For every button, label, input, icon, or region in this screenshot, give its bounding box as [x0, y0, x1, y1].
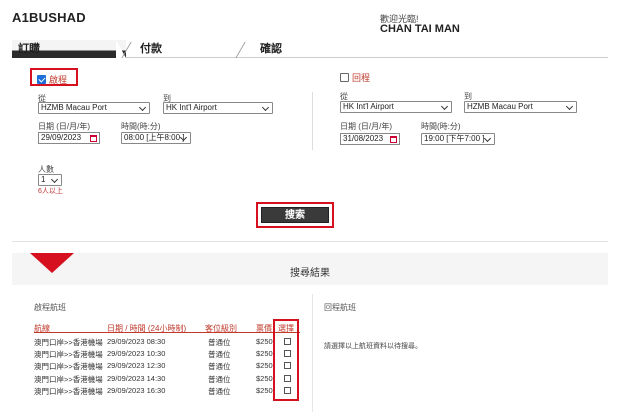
- inbound-time-select[interactable]: 19:00 [下午7:00 ]: [421, 133, 495, 145]
- oneway-toggle[interactable]: 啟程: [30, 68, 78, 86]
- passengers-note: 6人以上: [38, 188, 63, 195]
- cell-datetime: 29/09/2023 14:30: [107, 374, 166, 383]
- form-divider: [312, 92, 313, 150]
- inbound-to-select[interactable]: HZMB Macau Port: [464, 101, 577, 113]
- step-confirm: 確認: [260, 43, 282, 55]
- cell-class: 普通位: [208, 375, 231, 384]
- chevron-down-icon: [139, 104, 147, 112]
- cell-fare: $250: [256, 374, 273, 383]
- step-payment: 付款: [140, 43, 162, 55]
- passengers-select[interactable]: 1: [38, 174, 62, 186]
- outbound-from-select[interactable]: HZMB Macau Port: [38, 102, 150, 114]
- outbound-time-select[interactable]: 08:00 [上午8:00 ]: [121, 132, 191, 144]
- outbound-results-label: 啟程航班: [34, 303, 66, 312]
- cell-fare: $250: [256, 349, 273, 358]
- chevron-down-icon: [484, 135, 492, 143]
- username: CHAN TAI MAN: [380, 23, 460, 35]
- brand-logo-text: A1BUSHAD: [12, 10, 86, 25]
- inbound-date-label: 日期 (日/月/年): [340, 122, 392, 131]
- cell-fare: $250: [256, 337, 273, 346]
- table-row: 澳門口岸>>香港機場 29/09/2023 14:30 普通位 $250: [0, 374, 620, 385]
- booking-steps: 訂購 付款 確認: [12, 40, 608, 58]
- cell-class: 普通位: [208, 387, 231, 396]
- cell-route: 澳門口岸>>香港機場: [34, 375, 103, 384]
- return-label: 回程: [352, 73, 371, 83]
- oneway-checkbox[interactable]: [37, 75, 46, 84]
- chevron-down-icon: [566, 103, 574, 111]
- table-row: 澳門口岸>>香港機場 29/09/2023 08:30 普通位 $250: [0, 337, 620, 348]
- return-checkbox[interactable]: [340, 73, 349, 82]
- results-title: 搜尋結果: [290, 268, 330, 279]
- calendar-icon[interactable]: [390, 136, 397, 143]
- cell-datetime: 29/09/2023 08:30: [107, 337, 166, 346]
- step-order-label: 訂購: [18, 43, 40, 55]
- oneway-label: 啟程: [49, 75, 68, 85]
- cell-route: 澳門口岸>>香港機場: [34, 338, 103, 347]
- table-row: 澳門口岸>>香港機場 29/09/2023 12:30 普通位 $250: [0, 361, 620, 372]
- outbound-date-label: 日期 (日/月/年): [38, 122, 90, 131]
- search-button[interactable]: 搜索: [261, 207, 329, 223]
- cell-fare: $250: [256, 361, 273, 370]
- chevron-down-icon: [262, 104, 270, 112]
- table-row: 澳門口岸>>香港機場 29/09/2023 10:30 普通位 $250: [0, 349, 620, 360]
- calendar-icon[interactable]: [90, 135, 97, 142]
- step-divider: [235, 42, 246, 58]
- cell-datetime: 29/09/2023 10:30: [107, 349, 166, 358]
- section-divider: [12, 241, 608, 242]
- return-toggle[interactable]: 回程: [340, 71, 370, 84]
- cell-route: 澳門口岸>>香港機場: [34, 350, 103, 359]
- table-row: 澳門口岸>>香港機場 29/09/2023 16:30 普通位 $250: [0, 386, 620, 397]
- cell-datetime: 29/09/2023 16:30: [107, 386, 166, 395]
- chevron-down-icon: [51, 176, 59, 184]
- cell-class: 普通位: [208, 350, 231, 359]
- inbound-date-input[interactable]: 31/08/2023: [340, 133, 400, 145]
- cell-route: 澳門口岸>>香港機場: [34, 387, 103, 396]
- table-header-rule: [34, 332, 300, 333]
- cell-class: 普通位: [208, 362, 231, 371]
- search-highlight: 搜索: [256, 202, 334, 228]
- outbound-to-select[interactable]: HK Int'l Airport: [163, 102, 273, 114]
- step-order: 訂購: [12, 40, 126, 58]
- outbound-date-input[interactable]: 29/09/2023: [38, 132, 100, 144]
- cell-fare: $250: [256, 386, 273, 395]
- cell-class: 普通位: [208, 338, 231, 347]
- cell-route: 澳門口岸>>香港機場: [34, 362, 103, 371]
- return-results-label: 回程航班: [324, 303, 356, 312]
- chevron-down-icon: [180, 134, 188, 142]
- cell-datetime: 29/09/2023 12:30: [107, 361, 166, 370]
- outbound-time-label: 時間(時:分): [121, 122, 161, 131]
- inbound-time-label: 時間(時:分): [421, 122, 461, 131]
- select-column-highlight: [273, 319, 299, 401]
- inbound-from-select[interactable]: HK Int'l Airport: [340, 101, 452, 113]
- chevron-down-icon: [441, 103, 449, 111]
